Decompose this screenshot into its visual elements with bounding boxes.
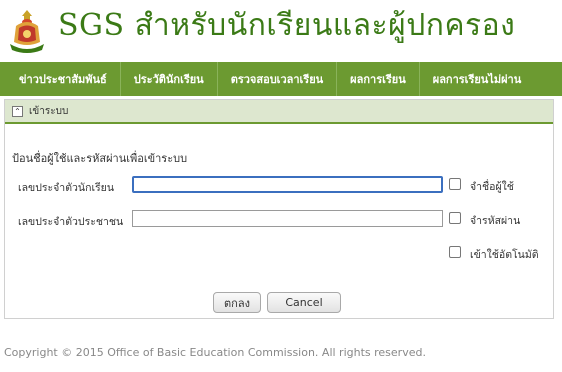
site-header: SGS สำหรับนักเรียนและผู้ปกครอง [0, 0, 562, 62]
nav-item-grades[interactable]: ผลการเรียน [337, 62, 420, 96]
remember-user-checkbox[interactable] [449, 178, 461, 190]
nav-item-attendance[interactable]: ตรวจสอบเวลาเรียน [218, 62, 338, 96]
remember-user-label: จำชื่อผู้ใช้ [470, 181, 514, 193]
site-title: SGS สำหรับนักเรียนและผู้ปกครอง [58, 2, 515, 49]
student-id-input[interactable] [132, 176, 443, 193]
citizen-id-label: เลขประจำตัวประชาชน [18, 216, 124, 228]
remember-password-label: จำรหัสผ่าน [470, 215, 521, 227]
nav-item-failed-grades[interactable]: ผลการเรียนไม่ผ่าน [420, 62, 535, 96]
nav-item-student-profile[interactable]: ประวัตินักเรียน [121, 62, 218, 96]
auto-login-checkbox[interactable] [449, 246, 461, 258]
login-panel-title: เข้าระบบ [29, 105, 69, 117]
auto-login-label: เข้าใช้อัตโนมัติ [470, 249, 539, 261]
brand-name: SGS [58, 8, 125, 43]
login-panel: ⌃ เข้าระบบ ป้อนชื่อผู้ใช้และรหัสผ่านเพื่… [4, 99, 554, 319]
student-id-label: เลขประจำตัวนักเรียน [18, 182, 115, 194]
ok-button[interactable]: ตกลง [213, 292, 261, 313]
obec-emblem-logo [10, 10, 44, 53]
footer-copyright: Copyright © 2015 Office of Basic Educati… [4, 346, 426, 359]
nav-item-news[interactable]: ข่าวประชาสัมพันธ์ [0, 62, 121, 96]
login-instruction: ป้อนชื่อผู้ใช้และรหัสผ่านเพื่อเข้าระบบ [12, 152, 188, 165]
collapse-up-icon[interactable]: ⌃ [12, 105, 23, 117]
main-nav: ข่าวประชาสัมพันธ์ ประวัตินักเรียน ตรวจสอ… [0, 62, 562, 96]
login-panel-header: ⌃ เข้าระบบ [5, 100, 553, 124]
cancel-button[interactable]: Cancel [267, 292, 341, 313]
site-subtitle: สำหรับนักเรียนและผู้ปกครอง [134, 8, 516, 43]
citizen-id-input[interactable] [132, 210, 443, 227]
remember-password-checkbox[interactable] [449, 212, 461, 224]
